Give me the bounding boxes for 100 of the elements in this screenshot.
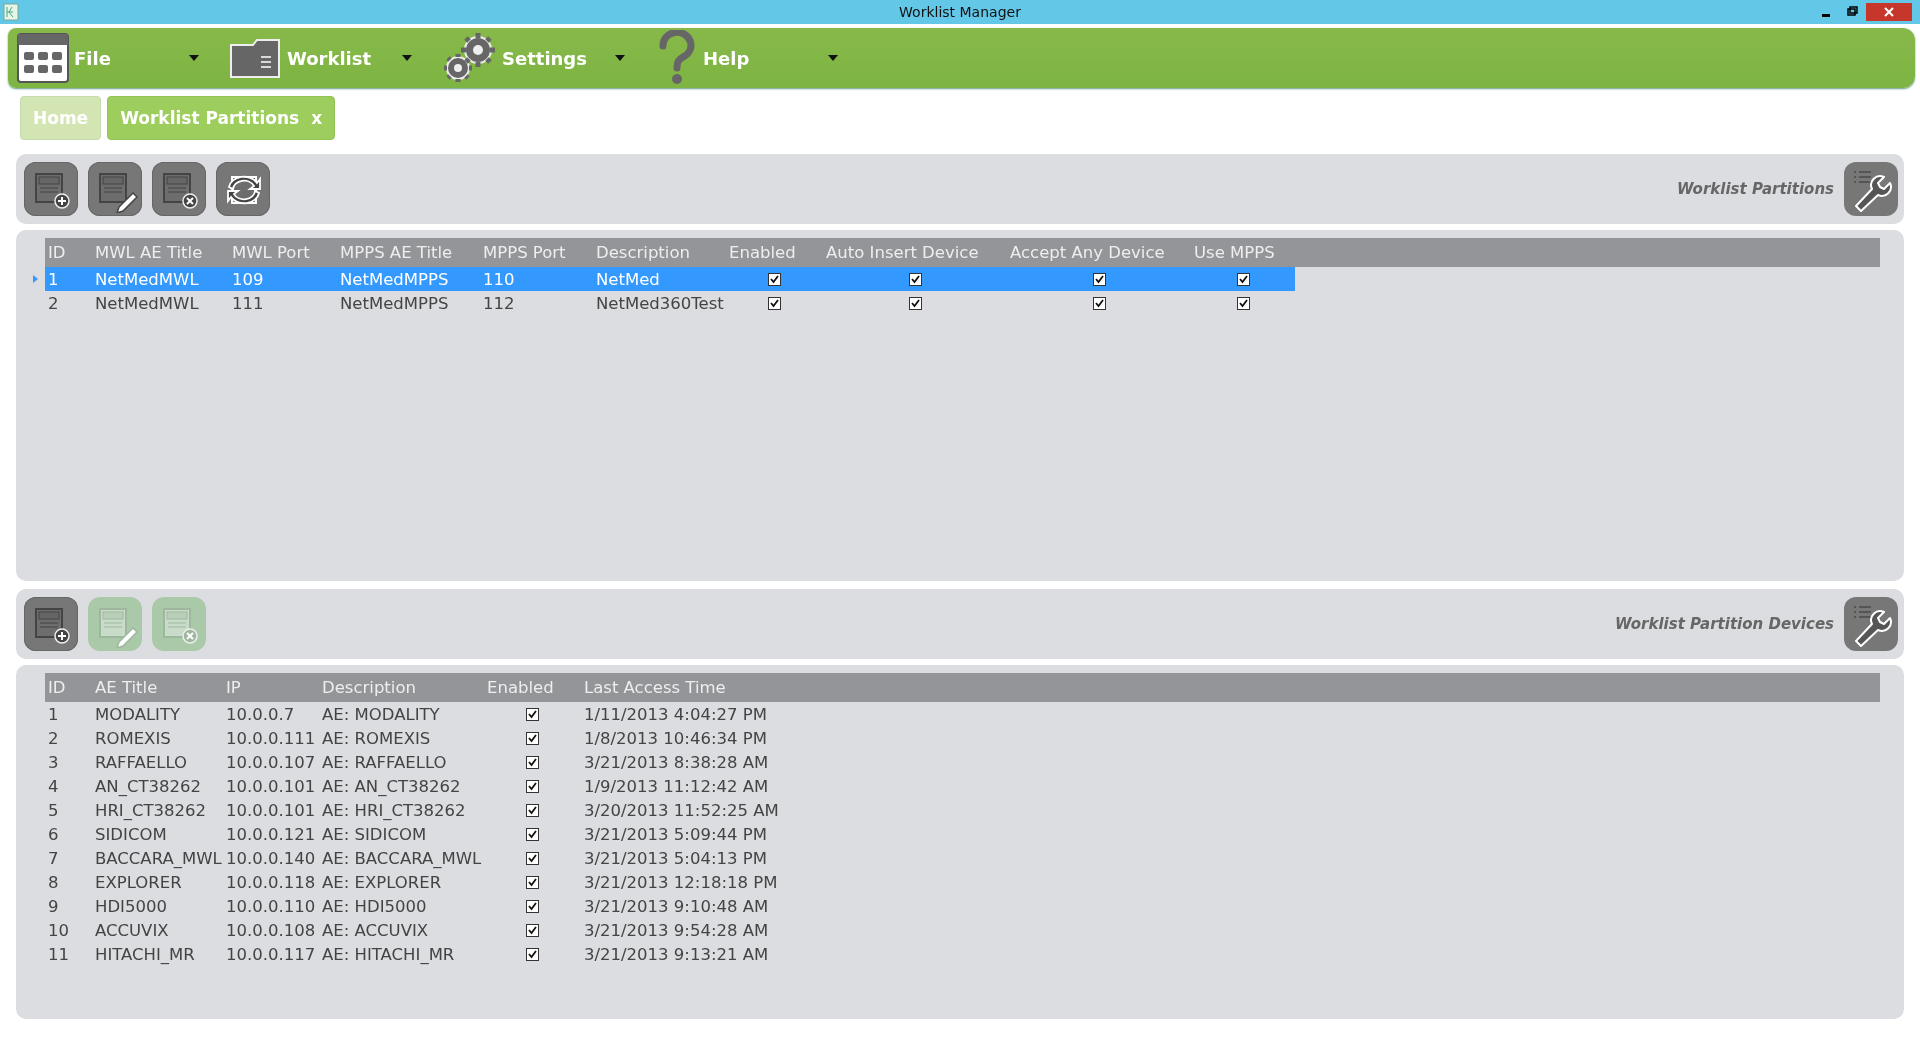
table-cell: NetMedMPPS <box>337 267 480 291</box>
table-cell-text: AE: HRI_CT38262 <box>321 799 467 822</box>
table-cell: NetMedMWL <box>92 267 229 291</box>
table-cell-text: AE: BACCARA_MWL <box>321 847 483 870</box>
table-cell-text: 3/21/2013 5:04:13 PM <box>583 847 768 870</box>
table-cell-text: 10 <box>47 919 70 942</box>
checkbox[interactable] <box>526 947 539 961</box>
calendar-icon <box>16 32 70 84</box>
close-icon[interactable] <box>1866 3 1912 21</box>
checkbox[interactable] <box>526 875 539 889</box>
table-cell-text: 10.0.0.107 <box>225 751 317 774</box>
app-icon <box>3 3 19 21</box>
table-cell-text: 10.0.0.101 <box>225 799 317 822</box>
table-cell-text: AE: RAFFAELLO <box>321 751 448 774</box>
column-header[interactable]: MPPS AE Title <box>337 238 480 267</box>
table-cell-text: 1/9/2013 11:12:42 AM <box>583 775 770 798</box>
column-header[interactable]: MPPS Port <box>480 238 593 267</box>
caret-icon <box>615 55 625 61</box>
column-header[interactable]: IP <box>223 673 319 702</box>
add-button[interactable] <box>24 597 78 651</box>
edit-button[interactable] <box>88 162 142 216</box>
checkbox[interactable] <box>526 731 539 745</box>
checkbox[interactable] <box>768 296 781 310</box>
table-cell: NetMed <box>593 267 726 291</box>
checkbox[interactable] <box>526 707 539 721</box>
menu-item[interactable]: Settings <box>434 29 647 87</box>
table-cell-text: 9 <box>47 895 60 918</box>
refresh-button[interactable] <box>216 162 270 216</box>
table-cell-text: 6 <box>47 823 60 846</box>
table-cell-text: 3/21/2013 5:09:44 PM <box>583 823 768 846</box>
table-cell-text: 8 <box>47 871 60 894</box>
checkbox[interactable] <box>526 803 539 817</box>
checkbox[interactable] <box>908 296 922 310</box>
table-cell-text: AE: HDI5000 <box>321 895 428 918</box>
table-cell-text: ROMEXIS <box>94 727 172 750</box>
checkbox[interactable] <box>908 272 922 286</box>
checkbox[interactable] <box>526 755 539 769</box>
menu-item[interactable]: Worklist <box>221 29 434 87</box>
checkbox[interactable] <box>1236 296 1250 310</box>
table-cell-text: 3/20/2013 11:52:25 AM <box>583 799 780 822</box>
checkbox[interactable] <box>526 827 539 841</box>
configure-button[interactable] <box>1844 162 1898 216</box>
table-cell-text: 3 <box>47 751 60 774</box>
section-title: Worklist Partition Devices <box>1615 615 1834 633</box>
column-header[interactable]: Last Access Time <box>581 673 781 702</box>
table-cell: 1 <box>45 702 92 726</box>
table-cell-text: 3/21/2013 9:13:21 AM <box>583 943 770 966</box>
table-cell-text: RAFFAELLO <box>94 751 189 774</box>
menu-item[interactable]: File <box>8 29 221 87</box>
table-cell-text: AE: AN_CT38262 <box>321 775 462 798</box>
table-cell-text: HDI5000 <box>94 895 168 918</box>
column-header[interactable]: Description <box>593 238 726 267</box>
column-header[interactable]: MWL AE Title <box>92 238 229 267</box>
table-cell: 1/11/2013 4:04:27 PM <box>581 702 781 726</box>
table-cell-text: 3/21/2013 12:18:18 PM <box>583 871 779 894</box>
checkbox[interactable] <box>1236 272 1250 286</box>
gears-icon <box>442 32 498 84</box>
checkbox[interactable] <box>1092 272 1106 286</box>
row-pointer-icon <box>33 275 38 283</box>
caret-icon <box>402 55 412 61</box>
tab[interactable]: Home <box>20 96 102 140</box>
table-cell: 112 <box>480 291 593 315</box>
column-header[interactable]: Accept Any Device <box>1007 238 1191 267</box>
column-header[interactable]: MWL Port <box>229 238 337 267</box>
table-cell-text: 4 <box>47 775 60 798</box>
column-header[interactable]: Description <box>319 673 484 702</box>
table-cell-text: AE: ACCUVIX <box>321 919 430 942</box>
table-cell: NetMed360Test <box>593 291 726 315</box>
table-cell-text: 10.0.0.117 <box>225 943 317 966</box>
column-header[interactable]: Auto Insert Device <box>823 238 1007 267</box>
window-title: Worklist Manager <box>899 4 1021 20</box>
menu-item[interactable]: Help <box>647 29 860 87</box>
table-cell: 10.0.0.7 <box>223 702 319 726</box>
delete-button[interactable] <box>152 162 206 216</box>
column-header[interactable]: Enabled <box>484 673 581 702</box>
configure-button[interactable] <box>1844 597 1898 651</box>
tab[interactable]: Worklist Partitions x <box>107 96 336 140</box>
add-button[interactable] <box>24 162 78 216</box>
table-cell-text: AE: HITACHI_MR <box>321 943 456 966</box>
table-cell-text: BACCARA_MWL <box>94 847 223 870</box>
column-header[interactable]: ID <box>45 238 92 267</box>
checkbox[interactable] <box>526 779 539 793</box>
checkbox[interactable] <box>526 923 539 937</box>
checkbox[interactable] <box>526 851 539 865</box>
table-cell-text: 5 <box>47 799 60 822</box>
tab-close-button[interactable]: x <box>311 108 323 128</box>
caret-icon <box>828 55 838 61</box>
column-header[interactable]: AE Title <box>92 673 223 702</box>
column-header[interactable]: Use MPPS <box>1191 238 1295 267</box>
table-cell-text: AE: SIDICOM <box>321 823 428 846</box>
table-cell: NetMedMPPS <box>337 291 480 315</box>
table-cell-text: AE: ROMEXIS <box>321 727 432 750</box>
column-header[interactable]: ID <box>45 673 92 702</box>
checkbox[interactable] <box>1092 296 1106 310</box>
checkbox[interactable] <box>526 899 539 913</box>
checkbox[interactable] <box>768 272 781 286</box>
table-cell-text: 10.0.0.121 <box>225 823 317 846</box>
folder-icon <box>229 37 283 79</box>
table-cell-text: 10.0.0.118 <box>225 871 317 894</box>
column-header[interactable]: Enabled <box>726 238 823 267</box>
